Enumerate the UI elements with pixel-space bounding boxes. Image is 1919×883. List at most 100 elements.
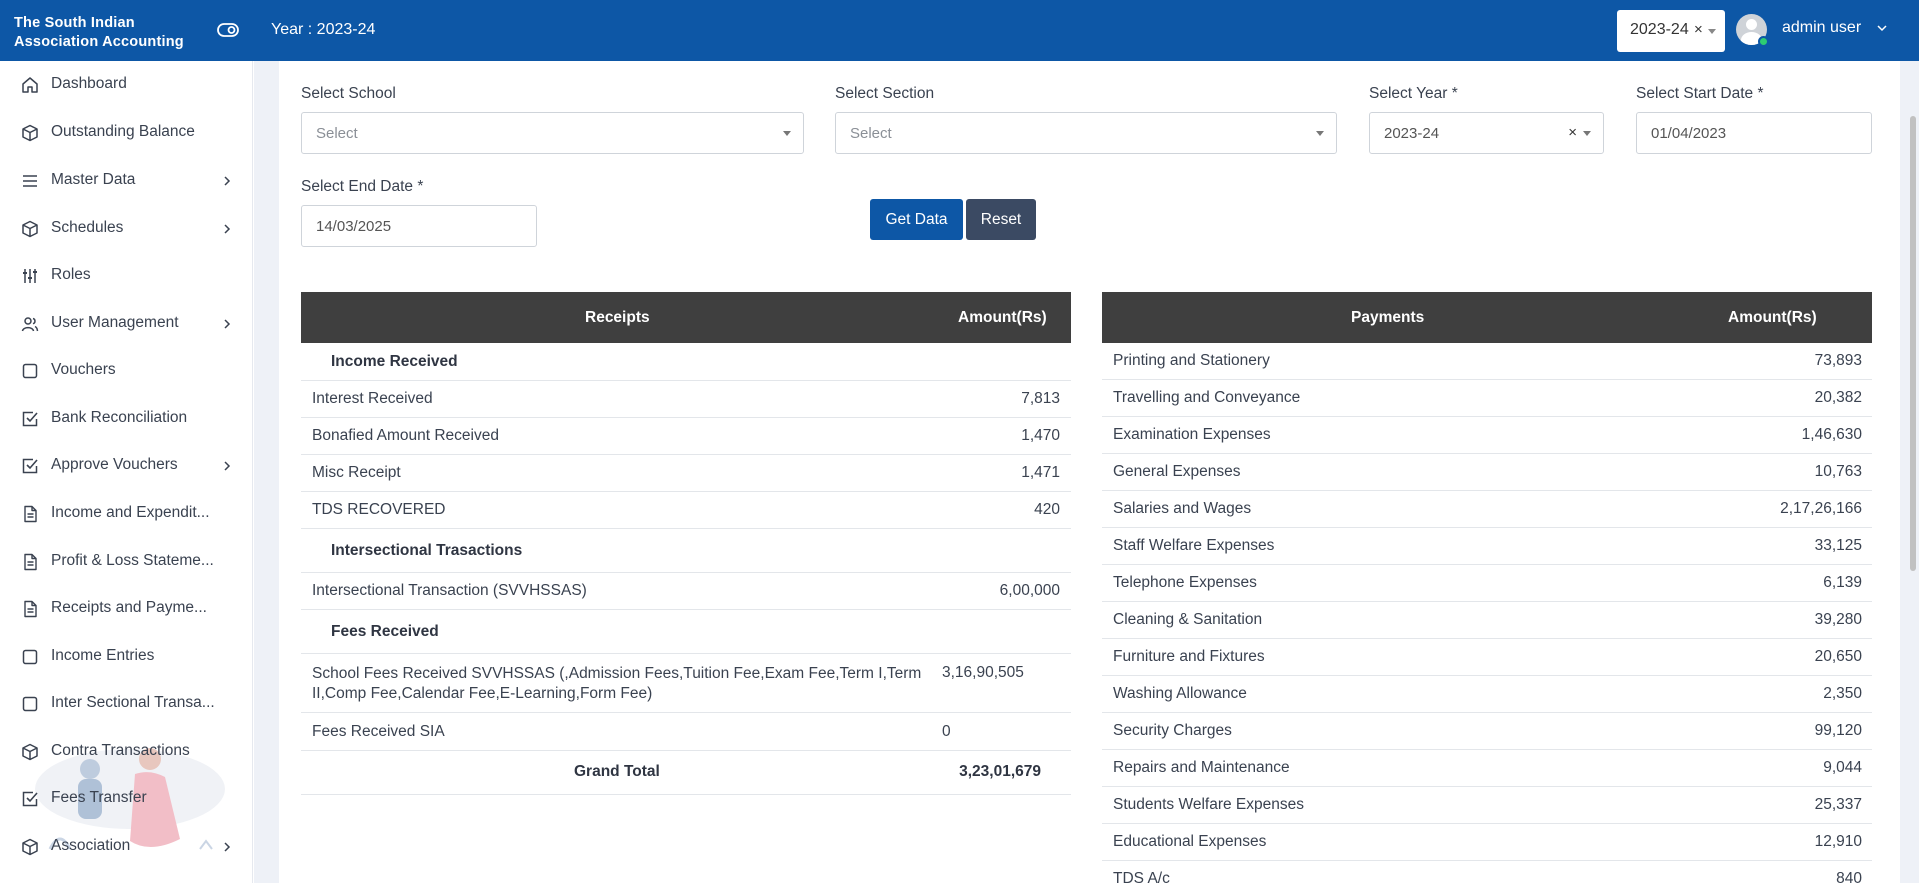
chevron-right-icon	[224, 319, 231, 329]
header-year-select[interactable]: 2023-24 ×	[1617, 10, 1725, 52]
user-name[interactable]: admin user	[1782, 19, 1861, 37]
table-row: Misc Receipt 1,471	[301, 455, 1071, 492]
sidebar-item-association[interactable]: Association	[0, 826, 253, 866]
chevron-down-icon[interactable]	[1877, 23, 1887, 33]
sidebar-item-outstanding-balance[interactable]: Outstanding Balance	[0, 112, 253, 152]
table-row: Examination Expenses 1,46,630	[1102, 417, 1872, 454]
receipts-column-header: Receipts	[585, 309, 650, 326]
table-row: TDS RECOVERED 420	[301, 492, 1071, 529]
table-row: Students Welfare Expenses 25,337	[1102, 787, 1872, 824]
year-select[interactable]: 2023-24 ×	[1369, 112, 1604, 154]
end-date-input[interactable]: 14/03/2025	[301, 205, 537, 247]
section-select[interactable]: Select	[835, 112, 1337, 154]
sidebar-item-label: Income and Expendit...	[51, 504, 210, 521]
row-amount: 2,350	[1823, 685, 1862, 702]
sidebar-item-master-data[interactable]: Master Data	[0, 160, 253, 200]
row-amount: 10,763	[1814, 463, 1862, 480]
receipts-section-row: Income Received	[301, 343, 1071, 381]
app-brand[interactable]: The South Indian Association Accounting	[14, 14, 214, 52]
row-name: Misc Receipt	[312, 464, 401, 481]
start-date-label: Select Start Date *	[1636, 85, 1764, 102]
table-row: Security Charges 99,120	[1102, 713, 1872, 750]
row-name: Fees Received SIA	[312, 723, 445, 740]
year-label: Select Year *	[1369, 85, 1458, 102]
row-name: Printing and Stationery	[1113, 352, 1270, 369]
sidebar-item-inter-sectional[interactable]: Inter Sectional Transa...	[0, 683, 253, 723]
reset-button[interactable]: Reset	[966, 199, 1036, 240]
sidebar-item-dashboard[interactable]: Dashboard	[0, 64, 253, 104]
table-row: Telephone Expenses 6,139	[1102, 565, 1872, 602]
row-amount: 0	[942, 723, 951, 740]
sidebar-item-user-management[interactable]: User Management	[0, 303, 253, 343]
sidebar-item-label: Profit & Loss Stateme...	[51, 552, 214, 569]
list-icon	[23, 175, 37, 187]
sidebar: Dashboard Outstanding Balance Master Dat…	[0, 61, 253, 883]
table-row: Intersectional Transaction (SVVHSSAS) 6,…	[301, 573, 1071, 610]
sidebar-toggle-icon[interactable]	[217, 22, 239, 38]
get-data-button[interactable]: Get Data	[870, 199, 963, 240]
sidebar-item-receipts-payments[interactable]: Receipts and Payme...	[0, 588, 253, 628]
sidebar-item-label: Receipts and Payme...	[51, 599, 207, 616]
table-row: General Expenses 10,763	[1102, 454, 1872, 491]
sidebar-item-income-entries[interactable]: Income Entries	[0, 636, 253, 676]
home-icon	[22, 77, 38, 93]
sidebar-item-fees-transfer[interactable]: Fees Transfer	[0, 778, 253, 818]
receipts-table: Receipts Amount(Rs) Income Received Inte…	[301, 292, 1071, 812]
row-name: Washing Allowance	[1113, 685, 1247, 702]
row-amount: 1,471	[1021, 464, 1060, 481]
cube-icon	[22, 838, 38, 856]
section-label: Select Section	[835, 85, 935, 102]
sidebar-item-label: Inter Sectional Transa...	[51, 694, 215, 711]
sidebar-item-contra-transactions[interactable]: Contra Transactions	[0, 731, 253, 771]
sidebar-item-label: Fees Transfer	[51, 789, 147, 806]
sidebar-item-label: Master Data	[51, 171, 136, 188]
header-year-clear-icon[interactable]: ×	[1694, 21, 1703, 38]
school-select[interactable]: Select	[301, 112, 804, 154]
square-icon	[22, 696, 38, 712]
chevron-right-icon	[224, 176, 231, 186]
row-name: Staff Welfare Expenses	[1113, 537, 1275, 554]
sidebar-item-vouchers[interactable]: Vouchers	[0, 350, 253, 390]
row-name: Furniture and Fixtures	[1113, 648, 1265, 665]
table-row: Salaries and Wages 2,17,26,166	[1102, 491, 1872, 528]
table-row: Cleaning & Sanitation 39,280	[1102, 602, 1872, 639]
vertical-scrollbar[interactable]	[1910, 116, 1916, 571]
caret-down-icon	[783, 131, 791, 136]
start-date-input[interactable]: 01/04/2023	[1636, 112, 1872, 154]
end-date-value: 14/03/2025	[316, 218, 392, 235]
caret-down-icon[interactable]	[1708, 29, 1716, 34]
row-name: Bonafied Amount Received	[312, 427, 499, 444]
row-name: TDS A/c	[1113, 870, 1170, 883]
sidebar-item-schedules[interactable]: Schedules	[0, 208, 253, 248]
table-row: Travelling and Conveyance 20,382	[1102, 380, 1872, 417]
row-amount: 6,139	[1823, 574, 1862, 591]
sidebar-item-income-expenditure[interactable]: Income and Expendit...	[0, 493, 253, 533]
sidebar-item-roles[interactable]: Roles	[0, 255, 253, 295]
row-amount: 12,910	[1814, 833, 1862, 850]
table-row: Educational Expenses 12,910	[1102, 824, 1872, 861]
section-title: Fees Received	[331, 623, 439, 640]
section-title: Income Received	[331, 353, 458, 370]
sidebar-item-label: Association	[51, 837, 131, 854]
sidebar-item-profit-loss[interactable]: Profit & Loss Stateme...	[0, 541, 253, 581]
table-row: Interest Received 7,813	[301, 381, 1071, 418]
sidebar-item-approve-vouchers[interactable]: Approve Vouchers	[0, 445, 253, 485]
sidebar-item-label: Dashboard	[51, 75, 127, 92]
row-amount: 99,120	[1814, 722, 1862, 739]
row-amount: 420	[1034, 501, 1060, 518]
end-date-label: Select End Date *	[301, 178, 424, 195]
sidebar-item-bank-reconciliation[interactable]: Bank Reconciliation	[0, 398, 253, 438]
receipts-amount-column-header: Amount(Rs)	[958, 309, 1047, 326]
sidebar-item-label: Bank Reconciliation	[51, 409, 188, 426]
row-name: Salaries and Wages	[1113, 500, 1252, 517]
sidebar-item-label: Income Entries	[51, 647, 155, 664]
top-navbar: The South Indian Association Accounting …	[0, 0, 1919, 61]
row-amount: 20,650	[1814, 648, 1862, 665]
school-select-value: Select	[316, 125, 358, 142]
sidebar-item-label: Outstanding Balance	[51, 123, 195, 140]
table-row: Washing Allowance 2,350	[1102, 676, 1872, 713]
clear-icon[interactable]: ×	[1568, 124, 1577, 141]
table-row: Furniture and Fixtures 20,650	[1102, 639, 1872, 676]
row-amount: 1,470	[1021, 427, 1060, 444]
square-icon	[22, 363, 38, 379]
